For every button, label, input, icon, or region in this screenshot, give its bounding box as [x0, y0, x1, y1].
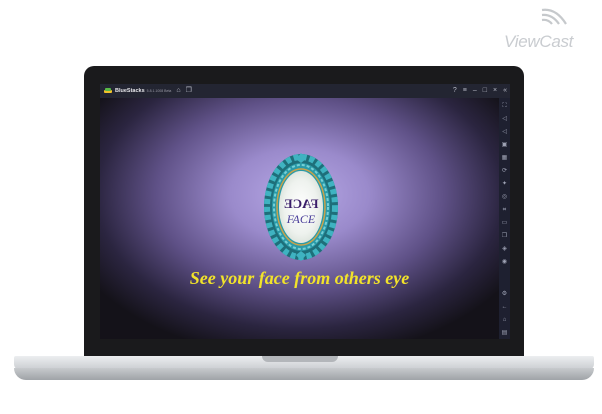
volume-up-icon[interactable]: ◁ — [500, 115, 509, 124]
shake-icon[interactable]: ✦ — [500, 180, 509, 189]
screenshot-icon[interactable]: ⌗ — [500, 206, 509, 215]
window-controls: ? ≡ – □ × « — [447, 84, 507, 98]
app-version: 5.8.1.1008 Beta — [146, 89, 172, 93]
mirror-text: FACE — [286, 212, 316, 226]
screen-record-icon[interactable]: ▣ — [500, 141, 509, 150]
help-icon[interactable]: ? — [453, 84, 457, 98]
mirror-text-reversed: FACE — [283, 196, 319, 211]
laptop-screen: BlueStacks 5.8.1.1008 Beta ⌂ ❐ ? ≡ – □ ×… — [100, 84, 510, 339]
menu-icon[interactable]: ≡ — [463, 84, 467, 98]
copy-icon[interactable]: ❐ — [500, 232, 509, 241]
close-icon[interactable]: × — [493, 84, 497, 98]
bluestacks-titlebar: BlueStacks 5.8.1.1008 Beta ⌂ ❐ ? ≡ – □ ×… — [100, 84, 510, 98]
wifi-arcs-icon — [541, 8, 567, 25]
settings-icon[interactable]: ⚙ — [500, 290, 509, 299]
rotate-icon[interactable]: ⟳ — [500, 167, 509, 176]
home-icon[interactable]: ⌂ — [176, 84, 180, 98]
keymap-icon[interactable]: ▦ — [500, 154, 509, 163]
mirror-logo: FACE FACE — [262, 152, 340, 262]
watermark-text: ViewCast — [504, 32, 574, 51]
multi-instance-icon[interactable]: ❐ — [186, 84, 192, 98]
back-icon[interactable]: ← — [500, 303, 509, 312]
viewcast-watermark: ViewCast — [500, 6, 596, 52]
folder-icon[interactable]: ▭ — [500, 219, 509, 228]
app-viewport[interactable]: FACE FACE See your face from others eye — [100, 98, 499, 339]
laptop-base-lip — [14, 368, 594, 380]
fullscreen-icon[interactable]: ⛶ — [500, 102, 509, 111]
location-icon[interactable]: ◉ — [500, 258, 509, 267]
bluestacks-sidebar: ⛶ ◁ ◁ ▣ ▦ ⟳ ✦ ◎ ⌗ ▭ ❐ ◈ ◉ ⚙ ← ⌂ ▤ — [499, 98, 510, 339]
tagline: See your face from others eye — [189, 268, 410, 288]
laptop-notch — [262, 356, 338, 362]
collapse-icon[interactable]: « — [503, 84, 507, 98]
controls-icon[interactable]: ◎ — [500, 193, 509, 202]
home-icon[interactable]: ⌂ — [500, 316, 509, 325]
volume-down-icon[interactable]: ◁ — [500, 128, 509, 137]
recents-icon[interactable]: ▤ — [500, 329, 509, 338]
eco-icon[interactable]: ◈ — [500, 245, 509, 254]
bluestacks-logo-icon — [104, 88, 112, 93]
maximize-icon[interactable]: □ — [483, 84, 487, 98]
minimize-icon[interactable]: – — [473, 84, 477, 98]
app-name: BlueStacks — [115, 88, 145, 94]
